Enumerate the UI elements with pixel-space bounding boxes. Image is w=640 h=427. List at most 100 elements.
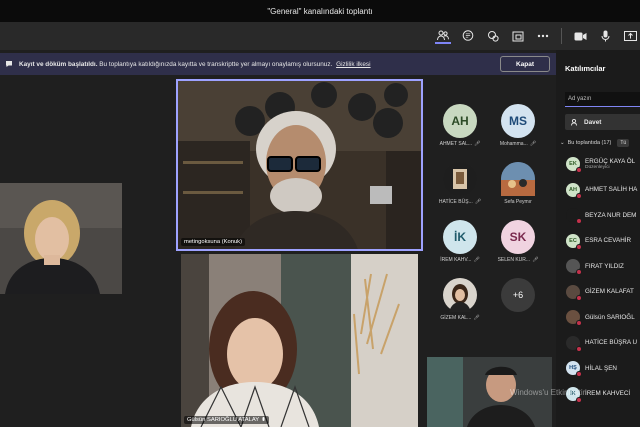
participant-row[interactable]: Gülsün SARIOĞL — [566, 306, 640, 328]
participant-text: GİZEM KALAFAT — [585, 288, 634, 295]
status-dot — [576, 167, 582, 173]
gallery-participant[interactable]: HATİCE BÜŞ... 🎤︎ — [436, 162, 484, 205]
participant-name-label: Gülsün SARIOĞLU ATALAY — [184, 416, 270, 424]
participant-row[interactable]: HATİCE BÜŞRA U — [566, 332, 640, 354]
participant-text: İREM KAHVECİ — [585, 390, 630, 397]
title-bar: "General" kanalındaki toplantı — [0, 0, 640, 22]
chat-icon[interactable] — [460, 28, 476, 44]
share-icon[interactable] — [622, 28, 638, 44]
avatar — [566, 259, 582, 275]
person-add-icon — [571, 118, 577, 126]
avatar-initials: EK — [569, 161, 577, 167]
status-dot — [576, 243, 582, 250]
mic-icon — [262, 417, 265, 421]
avatar: AH — [443, 104, 477, 138]
invite-button[interactable]: Davet — [565, 114, 640, 130]
participant-name: BEYZA NUR DEM — [585, 211, 637, 219]
gallery-participant[interactable]: İK İREM KAHV... 🎤︎ — [436, 220, 484, 263]
windows-activation-watermark: Windows'u Etkinleştir — [510, 388, 586, 397]
meeting-toolbar — [0, 22, 640, 50]
participant-row[interactable]: EC ESRA CEVAHİR — [566, 230, 640, 252]
panel-title: Katılımcılar — [565, 64, 606, 73]
avatar-initials: AH — [569, 186, 577, 193]
toolbar-divider — [561, 28, 562, 44]
gallery-participant-name: SELEN KUR... 🎤︎ — [497, 257, 539, 263]
status-dot — [576, 218, 582, 224]
reactions-icon[interactable] — [485, 28, 501, 44]
gallery-participant-name: HATİCE BÜŞ... 🎤︎ — [438, 199, 482, 205]
status-dot — [576, 269, 582, 275]
video-stage: metingoksuna (Konuk) Gülsün SARIOĞLU ATA… — [0, 76, 556, 427]
gallery-participant-name: Mohamma... 🎤︎ — [499, 141, 537, 147]
avatar: EK — [566, 157, 582, 173]
participant-name: Gülsün SARIOĞLU ATALAY — [187, 417, 260, 423]
participant-name: ESRA CEVAHİR — [585, 237, 632, 244]
gallery-participant[interactable]: GİZEM KAL... 🎤︎ — [436, 278, 484, 321]
participant-row[interactable]: GİZEM KALAFAT — [566, 281, 640, 303]
participant-text: Gülsün SARIOĞL — [585, 314, 635, 321]
gallery-participant[interactable]: AH AHMET SAL... 🎤︎ — [436, 104, 484, 147]
participant-name: GİZEM KALAFAT — [585, 288, 634, 295]
avatar-initials: EC — [569, 237, 577, 244]
participant-video-left[interactable] — [0, 183, 122, 294]
gallery-participant-name: GİZEM KAL... 🎤︎ — [440, 315, 480, 321]
avatar: SK — [501, 220, 535, 254]
window-title: "General" kanalındaki toplantı — [267, 6, 373, 16]
speaker-name: metingoksuna (Konuk) — [184, 239, 242, 245]
participant-row[interactable]: EK ERGÜÇ KAYA ÖL Düzenleyici — [566, 153, 640, 175]
participant-name: HİLAL ŞEN — [585, 364, 617, 372]
participant-row[interactable]: FIRAT YILDIZ — [566, 255, 640, 277]
participant-row[interactable]: HŞ HİLAL ŞEN — [566, 357, 640, 379]
avatar: HŞ — [566, 361, 582, 377]
avatar — [443, 278, 477, 312]
participant-name: AHMET SALİH HA — [585, 186, 638, 193]
mic-icon[interactable] — [597, 28, 613, 44]
more-icon[interactable] — [535, 28, 551, 44]
status-dot — [576, 345, 582, 352]
participant-name: ERGÜÇ KAYA ÖL — [585, 158, 636, 165]
gallery-participant[interactable]: SK SELEN KUR... 🎤︎ — [494, 220, 542, 263]
gallery-participant[interactable]: Sefa Peymır — [494, 162, 542, 205]
gallery-participant-name: AHMET SAL... 🎤︎ — [439, 141, 481, 147]
search-input[interactable]: Ad yazın — [565, 92, 640, 107]
banner-title: Kayıt ve döküm başlatıldı. — [19, 60, 98, 68]
gallery-participant-name: İREM KAHV... 🎤︎ — [440, 257, 480, 263]
avatar — [566, 335, 582, 352]
participants-panel: Katılımcılar Ad yazın Davet ⌄ Bu toplant… — [556, 50, 640, 427]
more-participants-count: +6 — [501, 278, 535, 312]
invite-label: Davet — [584, 118, 602, 126]
privacy-link[interactable]: Gizlilik ilkesi — [336, 61, 370, 68]
participant-video-bottom-center[interactable]: Gülsün SARIOĞLU ATALAY — [181, 254, 418, 427]
section-label: Bu toplantıda (17) — [567, 140, 612, 146]
avatar — [566, 208, 582, 224]
recording-banner: Kayıt ve döküm başlatıldı. Bu toplantıya… — [0, 53, 556, 75]
status-dot — [576, 396, 582, 403]
camera-icon[interactable] — [572, 28, 588, 44]
chevron-down-icon: ⌄ — [560, 140, 565, 146]
info-icon — [5, 60, 13, 68]
status-dot — [576, 371, 582, 377]
people-icon[interactable] — [435, 28, 451, 44]
participant-text: AHMET SALİH HA — [585, 186, 637, 193]
avatar-initials: HŞ — [569, 365, 577, 371]
participant-row[interactable]: BEYZA NUR DEM — [566, 204, 640, 226]
participant-row[interactable]: AH AHMET SALİH HA — [566, 179, 640, 201]
participant-text: HİLAL ŞEN — [585, 365, 617, 372]
close-button[interactable]: Kapat — [500, 56, 550, 72]
participant-text: HATİCE BÜŞRA U — [585, 339, 637, 346]
avatar — [566, 310, 582, 326]
avatar: İK — [443, 220, 477, 254]
participant-name: FIRAT YILDIZ — [585, 262, 624, 270]
mute-all-button[interactable]: Tü — [617, 139, 630, 147]
overflow-participants[interactable]: +6 — [494, 278, 542, 312]
participant-name: HATİCE BÜŞRA U — [585, 339, 638, 346]
participant-role: Düzenleyici — [585, 165, 610, 170]
participant-text: ESRA CEVAHİR — [585, 237, 631, 244]
gallery-participant[interactable]: MS Mohamma... 🎤︎ — [494, 104, 542, 147]
featured-speaker-video[interactable]: metingoksuna (Konuk) — [176, 79, 423, 251]
in-meeting-section[interactable]: ⌄ Bu toplantıda (17) Tü — [560, 139, 630, 147]
rooms-icon[interactable] — [510, 28, 526, 44]
teams-meeting-window: "General" kanalındaki toplantı Kayıt ve … — [0, 0, 640, 427]
status-dot — [576, 320, 582, 326]
participant-text: BEYZA NUR DEM — [585, 212, 636, 219]
